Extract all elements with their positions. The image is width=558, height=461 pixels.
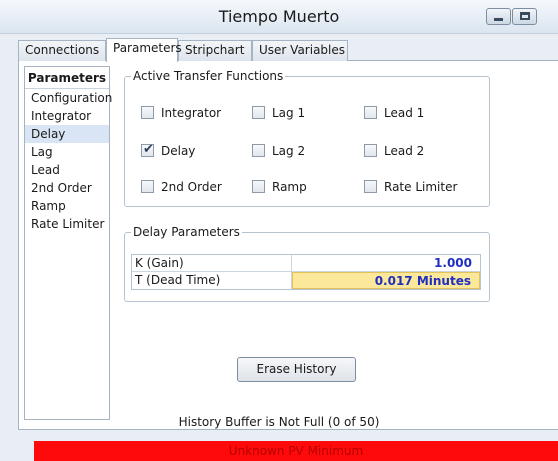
checkbox-label: 2nd Order [161,180,222,194]
list-item-configuration[interactable]: Configuration [25,89,112,107]
history-buffer-status: History Buffer is Not Full (0 of 50) [178,415,380,429]
tab-stripchart[interactable]: Stripchart [178,40,252,61]
checkbox-box[interactable] [141,106,154,119]
list-item-2nd-order[interactable]: 2nd Order [25,179,109,197]
list-item-rate-limiter[interactable]: Rate Limiter [25,215,109,233]
alarm-status-bar: Unknown PV Minimum [34,441,558,461]
checkbox-box[interactable] [364,144,377,157]
checkbox-box[interactable] [364,106,377,119]
list-item-integrator[interactable]: Integrator [25,107,109,125]
table-row: K (Gain) 1.000 [132,255,480,272]
list-item-lead[interactable]: Lead [25,161,109,179]
checkbox-label: Delay [161,144,196,158]
checkbox-box[interactable]: ✔ [141,142,154,157]
checkbox-label: Lag 1 [272,106,306,120]
tab-user-variables[interactable]: User Variables [252,40,348,61]
param-name-gain: K (Gain) [132,255,292,271]
param-value-gain[interactable]: 1.000 [292,255,480,271]
checkbox-box[interactable] [252,106,265,119]
tab-connections[interactable]: Connections [18,40,106,61]
checkbox-label: Lead 2 [384,144,425,158]
maximize-button[interactable] [512,8,537,25]
tab-parameters[interactable]: Parameters [106,38,182,62]
parameters-list: Parameters Configuration Integrator Dela… [24,66,112,420]
parameters-list-header: Parameters [25,67,109,89]
minimize-button[interactable] [486,8,511,25]
delay-parameters-table: K (Gain) 1.000 T (Dead Time) 0.017 Minut… [131,254,481,290]
transfer-functions-title: Active Transfer Functions [131,68,286,84]
checkbox-label: Integrator [161,106,222,120]
app-window: Tiempo Muerto Connections Parameters Str… [0,0,558,461]
param-value-dead-time[interactable]: 0.017 Minutes [292,272,480,289]
checkbox-box[interactable] [141,180,154,193]
checkbox-label: Lead 1 [384,106,425,120]
checkbox-label: Ramp [272,180,307,194]
title-bar: Tiempo Muerto [0,0,558,34]
minimize-icon [494,18,503,21]
window-title: Tiempo Muerto [218,7,340,26]
erase-history-button[interactable]: Erase History [237,357,356,382]
param-name-dead-time: T (Dead Time) [132,272,292,289]
checkbox-box[interactable] [364,180,377,193]
checkbox-label: Lag 2 [272,144,306,158]
list-item-delay[interactable]: Delay [25,125,109,143]
maximize-icon [520,12,530,20]
list-item-lag[interactable]: Lag [25,143,109,161]
delay-parameters-title: Delay Parameters [131,224,242,240]
checkbox-label: Rate Limiter [384,180,458,194]
checkbox-box[interactable] [252,180,265,193]
checkbox-box[interactable] [252,144,265,157]
list-item-ramp[interactable]: Ramp [25,197,109,215]
check-icon: ✔ [143,142,154,157]
table-row: T (Dead Time) 0.017 Minutes [132,272,480,289]
